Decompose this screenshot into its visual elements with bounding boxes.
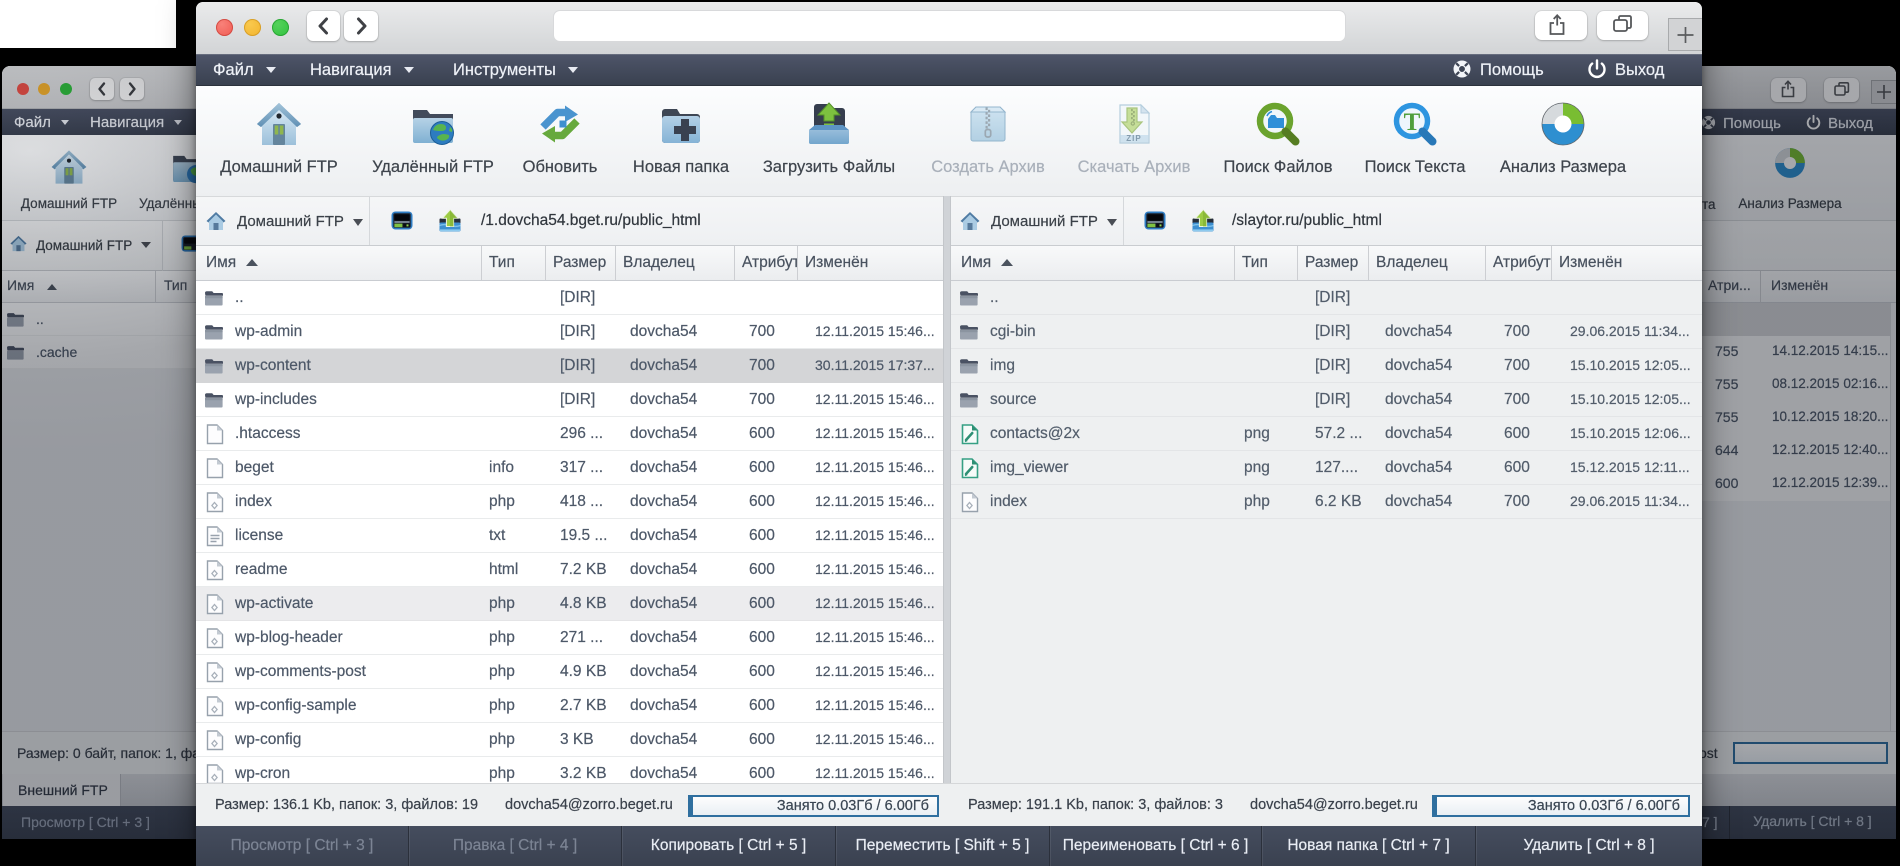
svg-text:ZIP: ZIP (1126, 134, 1141, 143)
svg-text:T: T (1404, 109, 1421, 136)
